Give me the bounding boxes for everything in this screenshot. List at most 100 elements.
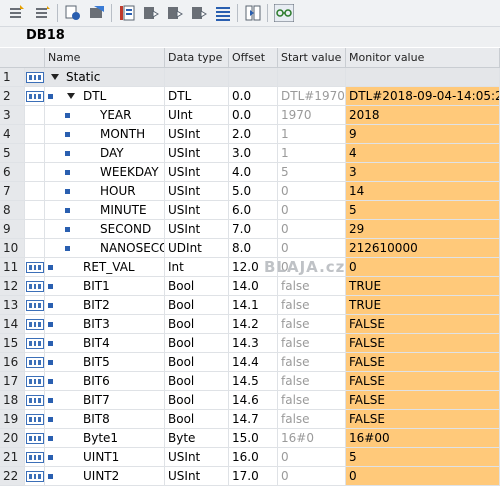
glasses-icon[interactable] bbox=[274, 4, 294, 22]
tag-name-cell[interactable]: BIT4 bbox=[45, 334, 165, 353]
insert-row-icon[interactable] bbox=[8, 4, 26, 22]
table-row[interactable]: 1 Static bbox=[0, 68, 500, 87]
header-datatype[interactable]: Data type bbox=[165, 48, 229, 67]
toolbar-separator bbox=[237, 4, 238, 22]
tag-name-cell[interactable]: BIT8 bbox=[45, 410, 165, 429]
tag-name-cell[interactable]: BIT6 bbox=[45, 372, 165, 391]
tag-name-cell[interactable]: Static bbox=[45, 68, 165, 87]
header-name[interactable]: Name bbox=[45, 48, 165, 67]
offset-cell: 14.0 bbox=[229, 277, 278, 296]
expand-triangle-icon[interactable] bbox=[67, 93, 75, 99]
row-number: 7 bbox=[0, 182, 25, 201]
table-row[interactable]: 4 MONTH USInt 2.0 1 9 bbox=[0, 125, 500, 144]
table-row[interactable]: 15 BIT4 Bool 14.3 false FALSE bbox=[0, 334, 500, 353]
member-marker-icon bbox=[65, 246, 70, 251]
tag-name-cell[interactable]: MONTH bbox=[45, 125, 165, 144]
tag-name: HOUR bbox=[100, 184, 136, 198]
tag-name-cell[interactable]: RET_VAL bbox=[45, 258, 165, 277]
tag-name-cell[interactable]: BIT1 bbox=[45, 277, 165, 296]
table-row[interactable]: 20 Byte1 Byte 15.0 16#0 16#00 bbox=[0, 429, 500, 448]
table-row[interactable]: 22 UINT2 USInt 17.0 0 0 bbox=[0, 467, 500, 486]
table-row[interactable]: 13 BIT2 Bool 14.1 false TRUE bbox=[0, 296, 500, 315]
copy-snapshot-icon[interactable] bbox=[190, 4, 208, 22]
monitor-value-cell: FALSE bbox=[346, 372, 500, 391]
start-value-cell: 1 bbox=[278, 144, 346, 163]
monitor-value-cell: FALSE bbox=[346, 334, 500, 353]
table-row[interactable]: 12 BIT1 Bool 14.0 false TRUE bbox=[0, 277, 500, 296]
tag-name: NANOSECOND bbox=[100, 241, 164, 255]
tag-name: BIT4 bbox=[83, 336, 110, 350]
table-row[interactable]: 14 BIT3 Bool 14.2 false FALSE bbox=[0, 315, 500, 334]
data-type-cell bbox=[165, 68, 229, 87]
tag-name: SECOND bbox=[100, 222, 152, 236]
offset-cell: 14.6 bbox=[229, 391, 278, 410]
offset-cell: 14.7 bbox=[229, 410, 278, 429]
data-type-cell: Bool bbox=[165, 315, 229, 334]
monitor-value-cell bbox=[346, 68, 500, 87]
copy-actual-icon[interactable] bbox=[166, 4, 184, 22]
interface-icon bbox=[26, 262, 44, 273]
data-type-cell: UDInt bbox=[165, 239, 229, 258]
tag-name-cell[interactable]: NANOSECOND bbox=[45, 239, 165, 258]
tag-name-cell[interactable]: BIT5 bbox=[45, 353, 165, 372]
header-row-number bbox=[0, 48, 45, 67]
member-marker-icon bbox=[65, 132, 70, 137]
copy-start-icon[interactable] bbox=[142, 4, 160, 22]
row-interface-cell bbox=[25, 429, 45, 448]
tag-name-cell[interactable]: Byte1 bbox=[45, 429, 165, 448]
tag-name-cell[interactable]: UINT1 bbox=[45, 448, 165, 467]
header-start-value[interactable]: Start value bbox=[278, 48, 346, 67]
snapshot-icon[interactable] bbox=[64, 4, 82, 22]
row-interface-cell bbox=[25, 258, 45, 277]
table-row[interactable]: 16 BIT5 Bool 14.4 false FALSE bbox=[0, 353, 500, 372]
tag-name-cell[interactable]: WEEKDAY bbox=[45, 163, 165, 182]
header-offset[interactable]: Offset bbox=[229, 48, 278, 67]
table-row[interactable]: 8 MINUTE USInt 6.0 0 5 bbox=[0, 201, 500, 220]
row-interface-cell bbox=[25, 296, 45, 315]
expand-icon[interactable] bbox=[244, 4, 262, 22]
tag-name-cell[interactable]: BIT3 bbox=[45, 315, 165, 334]
keep-values-icon[interactable] bbox=[214, 4, 232, 22]
row-interface-cell bbox=[25, 144, 45, 163]
table-row[interactable]: 18 BIT7 Bool 14.6 false FALSE bbox=[0, 391, 500, 410]
row-number: 15 bbox=[0, 334, 25, 353]
monitor-value-cell: FALSE bbox=[346, 410, 500, 429]
offset-cell: 7.0 bbox=[229, 220, 278, 239]
member-marker-icon bbox=[48, 417, 53, 422]
member-marker-icon bbox=[48, 474, 53, 479]
offset-cell: 0.0 bbox=[229, 106, 278, 125]
start-value-cell: 0 bbox=[278, 239, 346, 258]
monitor-value-cell: 4 bbox=[346, 144, 500, 163]
tag-name-cell[interactable]: YEAR bbox=[45, 106, 165, 125]
tag-name-cell[interactable]: DAY bbox=[45, 144, 165, 163]
tag-name-cell[interactable]: SECOND bbox=[45, 220, 165, 239]
monitor-all-icon[interactable] bbox=[118, 4, 136, 22]
table-row[interactable]: 5 DAY USInt 3.0 1 4 bbox=[0, 144, 500, 163]
add-row-icon[interactable] bbox=[34, 4, 52, 22]
table-row[interactable]: 19 BIT8 Bool 14.7 false FALSE bbox=[0, 410, 500, 429]
table-row[interactable]: 9 SECOND USInt 7.0 0 29 bbox=[0, 220, 500, 239]
tag-name-cell[interactable]: DTL bbox=[45, 87, 165, 106]
table-row[interactable]: 7 HOUR USInt 5.0 0 14 bbox=[0, 182, 500, 201]
table-row[interactable]: 11 RET_VAL Int 12.0 0 0 bbox=[0, 258, 500, 277]
table-row[interactable]: 21 UINT1 USInt 16.0 0 5 bbox=[0, 448, 500, 467]
tag-name-cell[interactable]: BIT7 bbox=[45, 391, 165, 410]
tag-name-cell[interactable]: UINT2 bbox=[45, 467, 165, 486]
row-interface-cell bbox=[25, 353, 45, 372]
expand-triangle-icon[interactable] bbox=[51, 74, 59, 80]
tag-name-cell[interactable]: MINUTE bbox=[45, 201, 165, 220]
load-snapshot-icon[interactable] bbox=[88, 4, 106, 22]
header-monitor-value[interactable]: Monitor value bbox=[346, 48, 500, 67]
tag-name-cell[interactable]: BIT2 bbox=[45, 296, 165, 315]
monitor-value-cell: 16#00 bbox=[346, 429, 500, 448]
row-interface-cell bbox=[25, 182, 45, 201]
table-row[interactable]: 17 BIT6 Bool 14.5 false FALSE bbox=[0, 372, 500, 391]
row-interface-cell bbox=[25, 315, 45, 334]
tag-name-cell[interactable]: HOUR bbox=[45, 182, 165, 201]
table-row[interactable]: 6 WEEKDAY USInt 4.0 5 3 bbox=[0, 163, 500, 182]
table-row[interactable]: 2 DTL DTL 0.0 DTL#1970 DTL#2018-09-04-14:05:2… bbox=[0, 87, 500, 106]
table-row[interactable]: 3 YEAR UInt 0.0 1970 2018 bbox=[0, 106, 500, 125]
table-row[interactable]: 10 NANOSECONDUDInt8.00212610000 bbox=[0, 239, 500, 258]
tag-name: BIT1 bbox=[83, 279, 110, 293]
interface-icon bbox=[26, 338, 44, 349]
